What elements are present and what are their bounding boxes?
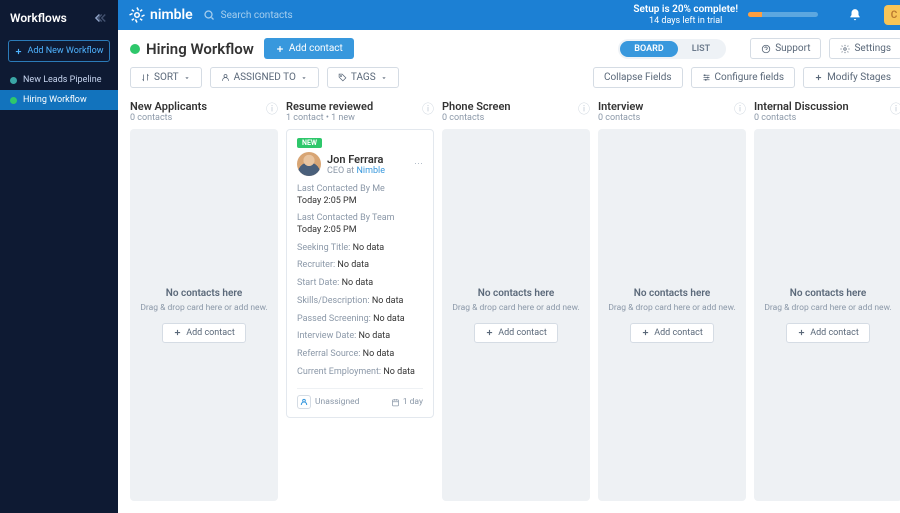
stage-subtitle: 0 contacts [130, 113, 207, 123]
view-list-tab[interactable]: LIST [678, 41, 724, 57]
stage-add-contact-button[interactable]: Add contact [474, 323, 558, 343]
stage-title: New Applicants [130, 100, 207, 113]
stage-help-icon[interactable]: ⓘ [578, 100, 590, 117]
tags-filter[interactable]: TAGS [327, 67, 399, 88]
sort-filter[interactable]: SORT [130, 67, 202, 88]
contact-avatar [297, 152, 321, 176]
notifications-icon[interactable] [848, 8, 862, 22]
stage-help-icon[interactable]: ⓘ [266, 100, 278, 117]
card-age: 1 day [391, 397, 423, 407]
modify-stages-button[interactable]: Modify Stages [803, 67, 900, 88]
stage-help-icon[interactable]: ⓘ [890, 100, 900, 117]
stage-subtitle: 0 contacts [754, 113, 849, 123]
stage-add-contact-button[interactable]: Add contact [630, 323, 714, 343]
new-badge: NEW [297, 138, 322, 148]
stage-title: Internal Discussion [754, 100, 849, 113]
collapse-fields-button[interactable]: Collapse Fields [593, 67, 683, 88]
search-input[interactable]: Search contacts [203, 9, 373, 21]
stage-column: Phone Screen0 contacts ⓘ No contacts hereD… [442, 96, 590, 501]
stage-column: Interview0 contacts ⓘ No contacts hereDrag… [598, 96, 746, 501]
card-more-icon[interactable]: ⋯ [414, 159, 423, 169]
contact-card[interactable]: NEWJon FerraraCEO at Nimble⋯Last Contact… [286, 129, 434, 418]
stage-subtitle: 1 contact • 1 new [286, 113, 373, 123]
view-toggle: BOARD LIST [618, 39, 726, 59]
workflow-title: Hiring Workflow [130, 40, 254, 58]
status-dot-icon [130, 44, 140, 54]
sidebar-item-hiring-workflow[interactable]: Hiring Workflow [0, 90, 118, 110]
setup-banner[interactable]: Setup is 20% complete! 14 days left in t… [633, 4, 818, 27]
contact-name: Jon Ferrara [327, 153, 385, 166]
assigned-filter[interactable]: ASSIGNED TO [210, 67, 319, 88]
sidebar: Workflows Add New Workflow New Leads Pip… [0, 0, 118, 513]
stage-subtitle: 0 contacts [598, 113, 643, 123]
topbar: nimble Search contacts Setup is 20% comp… [118, 0, 900, 30]
stage-empty[interactable]: No contacts hereDrag & drop card here or… [598, 129, 746, 501]
main: nimble Search contacts Setup is 20% comp… [118, 0, 900, 513]
calendar-icon [391, 398, 400, 407]
user-icon [297, 395, 311, 409]
support-button[interactable]: Support [750, 38, 821, 59]
stage-title: Resume reviewed [286, 100, 373, 113]
stage-subtitle: 0 contacts [442, 113, 511, 123]
stage-empty[interactable]: No contacts hereDrag & drop card here or… [754, 129, 900, 501]
brand-logo[interactable]: nimble [128, 6, 193, 24]
sidebar-title: Workflows [10, 11, 67, 25]
settings-button[interactable]: Settings [829, 38, 900, 59]
assigned-indicator[interactable]: Unassigned [297, 395, 359, 409]
company-link[interactable]: Nimble [356, 166, 385, 176]
add-workflow-button[interactable]: Add New Workflow [8, 40, 110, 62]
stage-column: Resume reviewed1 contact • 1 new ⓘ NEW Jon … [286, 96, 434, 501]
configure-fields-button[interactable]: Configure fields [691, 67, 796, 88]
stage-column: Internal Discussion0 contacts ⓘ No contact… [754, 96, 900, 501]
stage-column: New Applicants0 contacts ⓘ No contacts her… [130, 96, 278, 501]
sidebar-item-new-leads-pipeline[interactable]: New Leads Pipeline [0, 70, 118, 90]
stage-empty[interactable]: No contacts hereDrag & drop card here or… [130, 129, 278, 501]
setup-progress [748, 12, 818, 17]
workflow-dot-icon [10, 77, 17, 84]
stage-add-contact-button[interactable]: Add contact [162, 323, 246, 343]
collapse-sidebar-icon[interactable] [90, 8, 110, 28]
stage-add-contact-button[interactable]: Add contact [786, 323, 870, 343]
view-board-tab[interactable]: BOARD [620, 41, 677, 57]
workflow-dot-icon [10, 97, 17, 104]
contact-role: CEO at Nimble [327, 166, 385, 176]
add-contact-button[interactable]: Add contact [264, 38, 354, 59]
user-avatar[interactable]: C [884, 5, 900, 25]
stage-title: Interview [598, 100, 643, 113]
kanban-board: New Applicants0 contactsⓘNo contacts her… [118, 96, 900, 513]
stage-help-icon[interactable]: ⓘ [734, 100, 746, 117]
stage-empty[interactable]: No contacts hereDrag & drop card here or… [442, 129, 590, 501]
stage-title: Phone Screen [442, 100, 511, 113]
stage-help-icon[interactable]: ⓘ [422, 100, 434, 117]
